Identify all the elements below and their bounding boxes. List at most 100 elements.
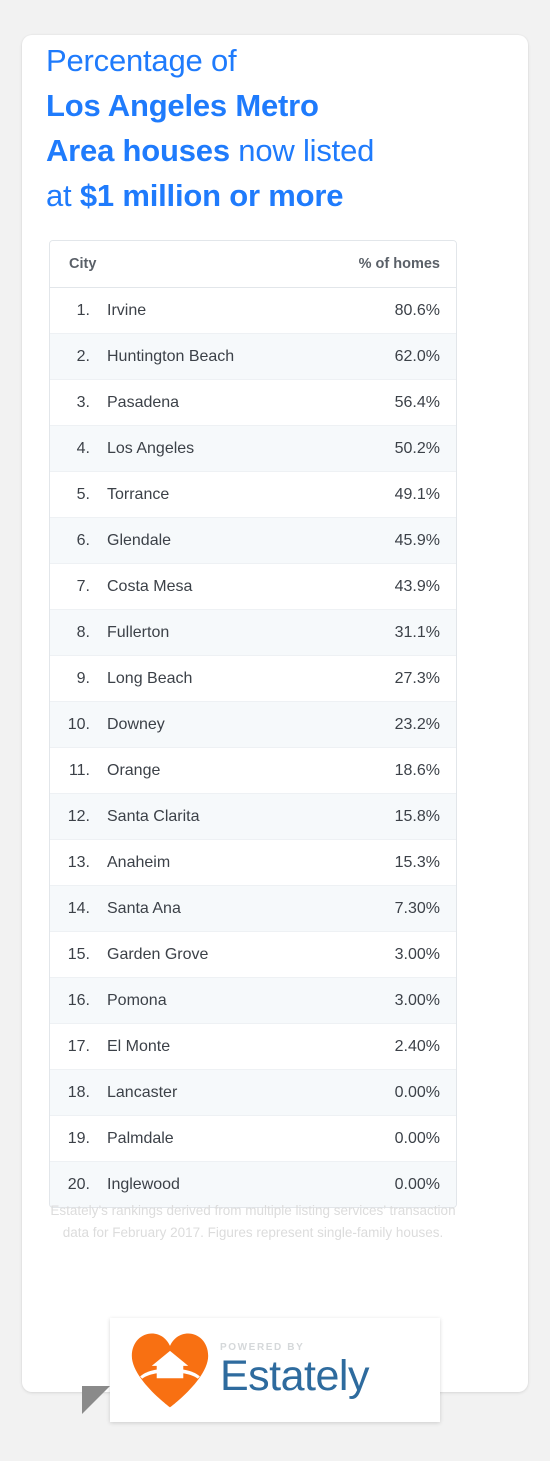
table-row: 13. Anaheim 15.3% <box>50 840 456 886</box>
ranking-table: City % of homes 1. Irvine 80.6% 2. Huntingto… <box>49 240 457 1208</box>
page-title: Percentage of Los Angeles Metro Area hou… <box>46 38 466 218</box>
table-row: 8. Fullerton 31.1% <box>50 610 456 656</box>
row-percent: 15.8% <box>394 807 440 825</box>
row-rank: 12. <box>67 807 90 825</box>
headline-line-3-bold: Area houses <box>46 133 230 168</box>
row-rank: 2. <box>76 347 90 365</box>
logo-text-block: POWERED BY Estately <box>220 1342 369 1398</box>
table-row: 12. Santa Clarita 15.8% <box>50 794 456 840</box>
row-rank: 18. <box>67 1083 90 1101</box>
row-rank: 13. <box>67 853 90 871</box>
headline-line-3-rest: now listed <box>229 133 375 168</box>
row-percent: 23.2% <box>394 715 440 733</box>
row-percent: 31.1% <box>394 623 440 641</box>
row-percent: 27.3% <box>394 669 440 687</box>
row-percent: 56.4% <box>394 393 440 411</box>
table-body: 1. Irvine 80.6% 2. Huntington Beach 62.0% 3. Pa… <box>50 288 456 1207</box>
row-city: Santa Ana <box>107 899 181 917</box>
row-percent: 45.9% <box>394 531 440 549</box>
row-city: Pomona <box>107 991 167 1009</box>
row-city: Costa Mesa <box>107 577 193 595</box>
table-row: 6. Glendale 45.9% <box>50 518 456 564</box>
table-row: 18. Lancaster 0.00% <box>50 1070 456 1116</box>
row-percent: 50.2% <box>394 439 440 457</box>
row-city: El Monte <box>107 1037 171 1055</box>
row-city: Orange <box>107 761 161 779</box>
row-rank: 14. <box>67 899 90 917</box>
row-city: Irvine <box>107 301 147 319</box>
row-percent: 15.3% <box>394 853 440 871</box>
row-rank: 3. <box>76 393 90 411</box>
headline-line-3: Area houses now listed <box>46 128 466 173</box>
row-city: Palmdale <box>107 1129 174 1147</box>
row-rank: 1. <box>76 301 90 319</box>
row-percent: 7.30% <box>394 899 440 917</box>
row-city: Garden Grove <box>107 945 209 963</box>
table-row: 19. Palmdale 0.00% <box>50 1116 456 1162</box>
row-rank: 20. <box>67 1175 90 1193</box>
table-row: 11. Orange 18.6% <box>50 748 456 794</box>
table-header-row: City % of homes <box>50 241 456 288</box>
row-city: Torrance <box>107 485 170 503</box>
row-rank: 8. <box>76 623 90 641</box>
table-row: 14. Santa Ana 7.30% <box>50 886 456 932</box>
row-percent: 2.40% <box>394 1037 440 1055</box>
row-city: Lancaster <box>107 1083 178 1101</box>
row-city: Fullerton <box>107 623 170 641</box>
column-header-percent: % of homes <box>358 256 440 272</box>
row-city: Pasadena <box>107 393 180 411</box>
row-percent: 62.0% <box>394 347 440 365</box>
column-header-city: City <box>69 256 97 272</box>
table-row: 10. Downey 23.2% <box>50 702 456 748</box>
row-city: Huntington Beach <box>107 347 235 365</box>
table-row: 17. El Monte 2.40% <box>50 1024 456 1070</box>
row-city: Anaheim <box>107 853 171 871</box>
table-row: 7. Costa Mesa 43.9% <box>50 564 456 610</box>
row-percent: 0.00% <box>394 1175 440 1193</box>
headline-line-2-text: Los Angeles Metro <box>46 88 319 123</box>
row-rank: 17. <box>67 1037 90 1055</box>
row-percent: 3.00% <box>394 991 440 1009</box>
row-percent: 80.6% <box>394 301 440 319</box>
row-rank: 4. <box>76 439 90 457</box>
heart-house-icon <box>128 1331 212 1409</box>
table-row: 9. Long Beach 27.3% <box>50 656 456 702</box>
ribbon-fold <box>82 1386 110 1414</box>
estately-logo-badge[interactable]: POWERED BY Estately <box>110 1318 440 1422</box>
row-city: Long Beach <box>107 669 193 687</box>
row-percent: 0.00% <box>394 1129 440 1147</box>
table-row: 5. Torrance 49.1% <box>50 472 456 518</box>
row-city: Downey <box>107 715 165 733</box>
headline-line-4-bold: $1 million or more <box>79 178 344 213</box>
row-percent: 3.00% <box>394 945 440 963</box>
row-percent: 43.9% <box>394 577 440 595</box>
row-rank: 7. <box>76 577 90 595</box>
table-row: 3. Pasadena 56.4% <box>50 380 456 426</box>
headline-line-1-text: Percentage of <box>46 43 237 78</box>
table-row: 4. Los Angeles 50.2% <box>50 426 456 472</box>
row-rank: 19. <box>67 1129 90 1147</box>
row-rank: 6. <box>76 531 90 549</box>
row-rank: 9. <box>76 669 90 687</box>
row-city: Inglewood <box>107 1175 180 1193</box>
row-city: Santa Clarita <box>107 807 200 825</box>
row-city: Glendale <box>107 531 172 549</box>
table-row: 1. Irvine 80.6% <box>50 288 456 334</box>
headline-line-4-pre: at <box>46 178 80 213</box>
row-rank: 11. <box>68 761 90 779</box>
headline-line-4: at $1 million or more <box>46 173 466 218</box>
headline-line-2: Los Angeles Metro <box>46 83 466 128</box>
headline-line-1: Percentage of <box>46 38 466 83</box>
row-rank: 16. <box>67 991 90 1009</box>
row-rank: 5. <box>76 485 90 503</box>
row-city: Los Angeles <box>107 439 195 457</box>
estately-wordmark: Estately <box>220 1352 369 1400</box>
row-percent: 49.1% <box>394 485 440 503</box>
table-row: 16. Pomona 3.00% <box>50 978 456 1024</box>
footnote: Estately’s rankings derived from multipl… <box>50 1203 456 1240</box>
row-rank: 10. <box>67 715 90 733</box>
table-row: 2. Huntington Beach 62.0% <box>50 334 456 380</box>
row-rank: 15. <box>67 945 90 963</box>
table-row: 15. Garden Grove 3.00% <box>50 932 456 978</box>
row-percent: 0.00% <box>394 1083 440 1101</box>
